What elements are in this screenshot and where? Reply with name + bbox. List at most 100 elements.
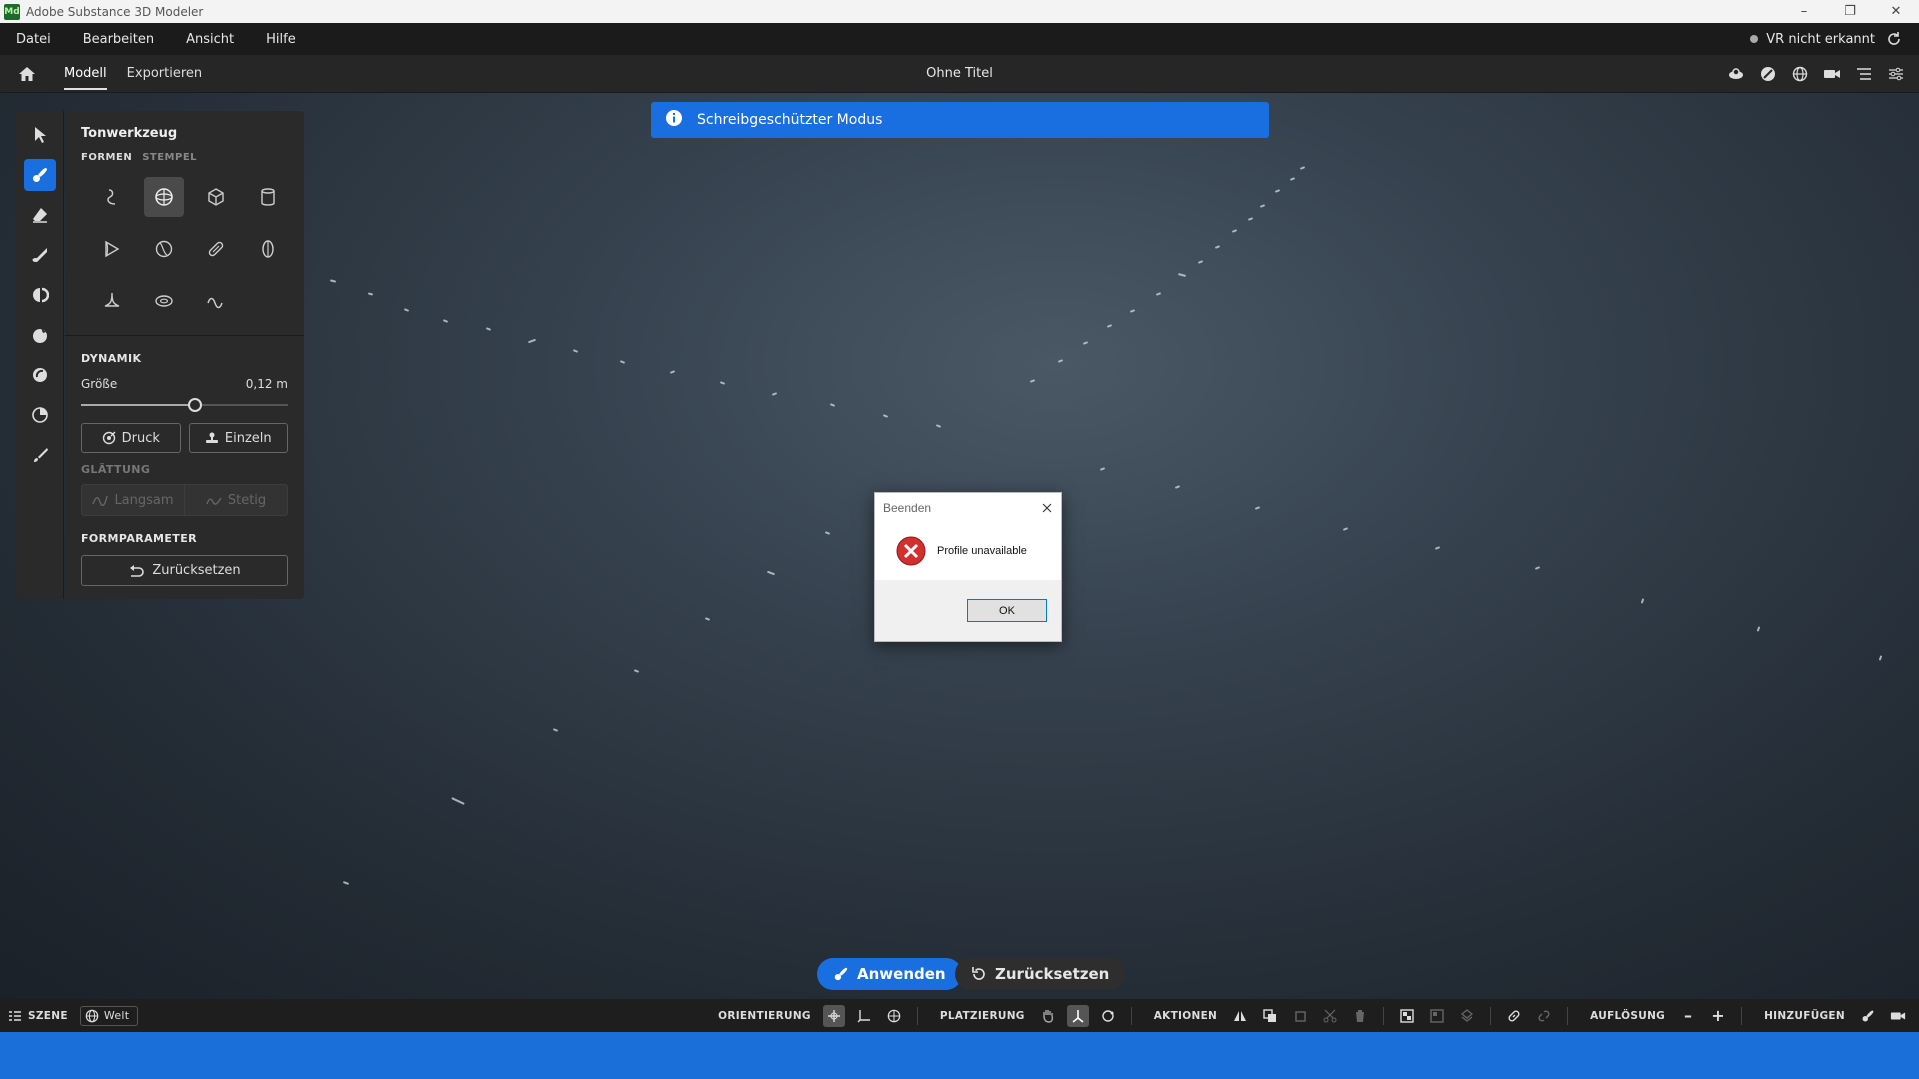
viewport-particle (527, 338, 537, 344)
refresh-icon[interactable] (1883, 28, 1905, 50)
viewport-particle (1155, 292, 1162, 296)
viewport-particle (1259, 204, 1266, 208)
crease-brush-icon (32, 368, 47, 382)
minimize-button[interactable]: – (1781, 0, 1827, 23)
orient-world-icon[interactable] (883, 1005, 905, 1027)
shape-sphere-button[interactable] (144, 177, 184, 217)
pressure-button[interactable]: Druck (81, 423, 181, 453)
subtab-stempel[interactable]: STEMPEL (142, 152, 197, 163)
maximize-button[interactable]: ❐ (1827, 0, 1873, 23)
copy-icon[interactable] (1289, 1005, 1311, 1027)
shape-egg-button[interactable] (248, 229, 288, 269)
merge-icon[interactable] (1456, 1005, 1478, 1027)
settings-sliders-icon[interactable] (1885, 63, 1907, 85)
steady-button[interactable]: Stetig (184, 485, 287, 515)
menu-ansicht[interactable]: Ansicht (170, 23, 250, 55)
reset-button[interactable]: Zurücksetzen (955, 958, 1126, 990)
erase-tool-button[interactable] (24, 199, 56, 231)
shape-ring-button[interactable] (144, 281, 184, 321)
separator (1130, 1006, 1132, 1025)
scene-label[interactable]: SZENE (28, 1010, 68, 1022)
hand-icon[interactable] (1037, 1005, 1059, 1027)
menu-bearbeiten[interactable]: Bearbeiten (67, 23, 170, 55)
menu-hilfe[interactable]: Hilfe (250, 23, 312, 55)
shape-cone-button[interactable] (92, 229, 132, 269)
slow-curve-icon (92, 495, 109, 506)
size-slider[interactable] (81, 395, 288, 415)
slow-button[interactable]: Langsam (82, 485, 184, 515)
shape-cylinder-button[interactable] (248, 177, 288, 217)
add-clay-icon[interactable] (1857, 1005, 1879, 1027)
unlink-icon[interactable] (1533, 1005, 1555, 1027)
cone-icon (105, 240, 120, 258)
delete-icon[interactable] (1349, 1005, 1371, 1027)
shape-cube-button[interactable] (196, 177, 236, 217)
world-space-button[interactable]: Welt (79, 1005, 139, 1026)
outliner-icon[interactable] (1853, 63, 1875, 85)
camera-icon[interactable] (1821, 63, 1843, 85)
shape-capsule-button[interactable] (196, 229, 236, 269)
error-icon (896, 536, 926, 566)
subtab-formen[interactable]: FORMEN (81, 152, 132, 163)
egg-icon (262, 240, 274, 258)
close-window-button[interactable]: ✕ (1873, 0, 1919, 23)
viewport-particle (1106, 324, 1113, 328)
shape-wave-button[interactable] (196, 281, 236, 321)
select-tool-button[interactable] (24, 119, 56, 151)
viewport-particle (552, 728, 559, 732)
resolution-increase-button[interactable]: + (1707, 1005, 1729, 1027)
viewport-particle (1299, 166, 1306, 170)
viewport-particle (824, 531, 831, 535)
orient-local-icon[interactable] (822, 1004, 845, 1027)
smooth-tool-button[interactable] (24, 239, 56, 271)
size-slider-thumb[interactable] (187, 398, 202, 412)
spike-icon (104, 292, 120, 307)
surface-snap-icon[interactable] (1066, 1004, 1089, 1027)
clay-tool-button[interactable] (23, 159, 56, 191)
viewport-particle (329, 279, 337, 283)
steady-label: Stetig (227, 492, 267, 508)
stamp-icon (205, 432, 218, 443)
link-icon[interactable] (1503, 1005, 1525, 1027)
inflate-tool-button[interactable] (24, 319, 56, 351)
viewport-particle (669, 370, 676, 374)
paint-tool-button[interactable] (24, 439, 56, 471)
info-icon (665, 109, 683, 131)
world-label: Welt (103, 1009, 130, 1022)
window-title: Adobe Substance 3D Modeler (26, 4, 204, 19)
add-camera-icon[interactable] (1887, 1005, 1909, 1027)
dialog-ok-button[interactable]: OK (967, 599, 1047, 622)
material-icon[interactable] (1757, 63, 1779, 85)
group-icon[interactable] (1396, 1005, 1418, 1027)
resolution-decrease-button[interactable]: – (1677, 1005, 1699, 1027)
shape-line-button[interactable] (92, 177, 132, 217)
menu-datei[interactable]: Datei (0, 23, 67, 55)
viewport-particle (451, 797, 465, 805)
layers-icon[interactable] (1725, 63, 1747, 85)
ungroup-icon[interactable] (1426, 1005, 1448, 1027)
shape-torus-button[interactable] (144, 229, 184, 269)
single-button[interactable]: Einzeln (188, 423, 288, 453)
cube-icon (208, 188, 224, 206)
viewport-particle (1534, 566, 1541, 570)
tab-modell[interactable]: Modell (54, 55, 117, 92)
app-logo-icon: Md (4, 3, 20, 20)
mirror-icon[interactable] (1229, 1005, 1251, 1027)
cut-icon[interactable] (1319, 1005, 1341, 1027)
orient-axis-icon[interactable] (853, 1005, 875, 1027)
dialog-close-icon[interactable] (1033, 503, 1061, 513)
duplicate-icon[interactable] (1259, 1005, 1281, 1027)
shape-spike-button[interactable] (92, 281, 132, 321)
move-tool-button[interactable] (24, 279, 56, 311)
crease-tool-button[interactable] (24, 359, 56, 391)
apply-button[interactable]: Anwenden (817, 958, 962, 990)
tab-exportieren[interactable]: Exportieren (117, 55, 212, 92)
orbit-icon[interactable] (1097, 1005, 1119, 1027)
home-icon[interactable] (0, 66, 54, 82)
panel-reset-button[interactable]: Zurücksetzen (81, 555, 288, 586)
viewport-particle (1129, 309, 1136, 313)
environment-globe-icon[interactable] (1789, 63, 1811, 85)
dialog-message: Profile unavailable (937, 545, 1027, 557)
cut-tool-button[interactable] (24, 399, 56, 431)
viewport-particle (935, 424, 942, 428)
